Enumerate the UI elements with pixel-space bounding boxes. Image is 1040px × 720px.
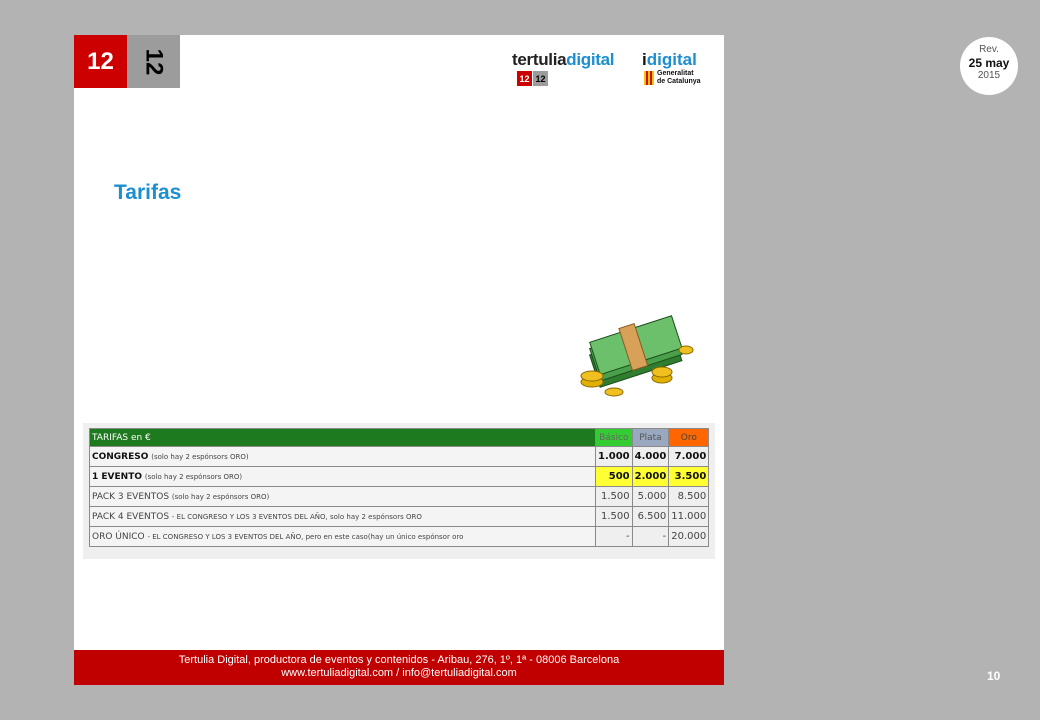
table-row: PACK 4 EVENTOS - EL CONGRESO Y LOS 3 EVE… bbox=[89, 506, 710, 527]
idigital-logo: idigital bbox=[642, 50, 697, 70]
catalan-flag-icon bbox=[644, 71, 654, 85]
rates-table: TARIFAS en € Básico Plata Oro CONGRESO (… bbox=[89, 428, 710, 547]
row-note: (solo hay 2 espónsors ORO) bbox=[171, 492, 270, 501]
rev-year: 2015 bbox=[977, 70, 1001, 81]
row-note: - EL CONGRESO Y LOS 3 EVENTOS DEL AÑO, s… bbox=[171, 512, 422, 521]
page-title: Tarifas bbox=[114, 181, 182, 204]
row-note: - EL CONGRESO Y LOS 3 EVENTOS DEL AÑO, p… bbox=[147, 532, 464, 541]
row-label: PACK 4 EVENTOS - EL CONGRESO Y LOS 3 EVE… bbox=[89, 506, 596, 527]
row-label: PACK 3 EVENTOS (solo hay 2 espónsors ORO… bbox=[89, 486, 596, 507]
row-plata: 2.000 bbox=[631, 466, 670, 487]
row-plata: 4.000 bbox=[631, 446, 670, 467]
mini-logo-red-text: 12 bbox=[519, 73, 530, 84]
header-oro: Oro bbox=[668, 428, 710, 447]
footer: Tertulia Digital, productora de eventos … bbox=[74, 650, 724, 685]
idigital-word: digital bbox=[646, 50, 697, 69]
table-row: 1 EVENTO (solo hay 2 espónsors ORO) 500 … bbox=[89, 466, 710, 487]
row-note: (solo hay 2 espónsors ORO) bbox=[151, 452, 249, 461]
row-label: ORO ÚNICO - EL CONGRESO Y LOS 3 EVENTOS … bbox=[89, 526, 596, 547]
row-basico: 1.500 bbox=[595, 486, 633, 507]
revision-badge: Rev. 25 may 2015 bbox=[960, 37, 1018, 95]
row-plata: 6.500 bbox=[631, 506, 670, 527]
table-row: CONGRESO (solo hay 2 espónsors ORO) 1.00… bbox=[89, 446, 710, 467]
row-label: CONGRESO (solo hay 2 espónsors ORO) bbox=[89, 446, 596, 467]
row-oro: 11.000 bbox=[668, 506, 710, 527]
mini-logo-red: 12 bbox=[517, 71, 532, 86]
table-row: ORO ÚNICO - EL CONGRESO Y LOS 3 EVENTOS … bbox=[89, 526, 710, 547]
table-header-row: TARIFAS en € Básico Plata Oro bbox=[89, 428, 710, 447]
page-number: 10 bbox=[987, 669, 1001, 683]
generalitat-logo: Generalitat de Catalunya bbox=[644, 70, 701, 86]
row-basico: 1.000 bbox=[595, 446, 633, 467]
header-basico: Básico bbox=[595, 428, 633, 447]
header-label: TARIFAS en € bbox=[89, 428, 596, 447]
logo-12-red: 12 bbox=[74, 35, 127, 88]
row-oro: 7.000 bbox=[668, 446, 710, 467]
logo-12-red-text: 12 bbox=[87, 47, 114, 75]
footer-contact: www.tertuliadigital.com / info@tertuliad… bbox=[281, 667, 517, 679]
row-oro: 3.500 bbox=[668, 466, 710, 487]
rates-table-container: TARIFAS en € Básico Plata Oro CONGRESO (… bbox=[83, 423, 715, 559]
brand-part2: digital bbox=[566, 50, 615, 69]
row-name: ORO ÚNICO bbox=[92, 531, 145, 542]
row-note: (solo hay 2 espónsors ORO) bbox=[144, 472, 243, 481]
gen-line1: Generalitat bbox=[657, 70, 694, 77]
row-oro: 8.500 bbox=[668, 486, 710, 507]
row-plata: - bbox=[631, 526, 670, 547]
row-name: PACK 3 EVENTOS bbox=[92, 491, 170, 502]
header-plata: Plata bbox=[631, 428, 670, 447]
table-row: PACK 3 EVENTOS (solo hay 2 espónsors ORO… bbox=[89, 486, 710, 507]
row-basico: 1.500 bbox=[595, 506, 633, 527]
row-name: CONGRESO bbox=[92, 451, 149, 462]
mini-logo-grey-text: 12 bbox=[535, 73, 546, 84]
row-oro: 20.000 bbox=[668, 526, 710, 547]
rev-label: Rev. bbox=[979, 44, 999, 55]
footer-address: Tertulia Digital, productora de eventos … bbox=[178, 654, 620, 666]
row-name: PACK 4 EVENTOS bbox=[92, 511, 170, 522]
row-basico: 500 bbox=[595, 466, 633, 487]
logo-12-grey: 12 bbox=[127, 35, 180, 88]
row-name: 1 EVENTO bbox=[92, 471, 142, 482]
row-label: 1 EVENTO (solo hay 2 espónsors ORO) bbox=[89, 466, 596, 487]
row-basico: - bbox=[595, 526, 633, 547]
tertuliadigital-logo: tertuliadigital bbox=[512, 50, 615, 70]
mini-logo-grey: 12 bbox=[533, 71, 548, 86]
brand-part1: tertulia bbox=[512, 50, 567, 69]
generalitat-text: Generalitat de Catalunya bbox=[657, 70, 701, 86]
slide: 12 12 tertuliadigital 12 12 idigital Gen… bbox=[74, 35, 724, 685]
row-plata: 5.000 bbox=[631, 486, 670, 507]
gen-line2: de Catalunya bbox=[657, 78, 701, 85]
rev-date: 25 may bbox=[968, 56, 1010, 70]
logo-12-grey-text: 12 bbox=[140, 48, 168, 75]
money-stack-icon bbox=[580, 315, 694, 397]
